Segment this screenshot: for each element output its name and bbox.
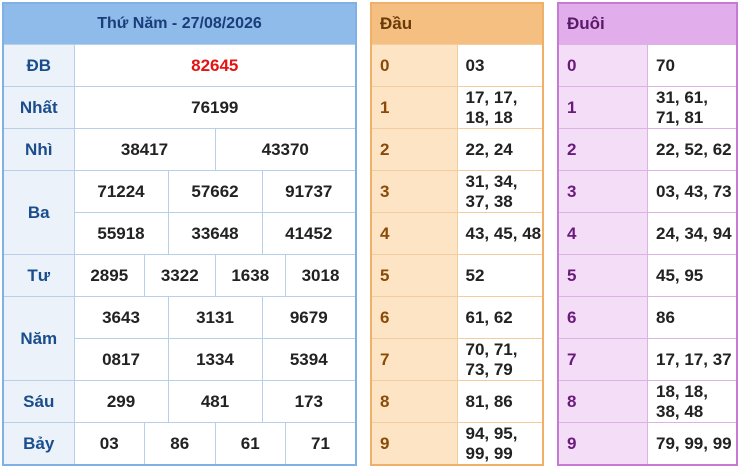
- duoi-table: Đuôi 0 70 1 31, 61, 71, 81 2 22, 52, 62 3 03…: [557, 2, 738, 466]
- dau-key: 5: [370, 254, 458, 297]
- duoi-values: 45, 95: [647, 254, 738, 297]
- dau-key: 3: [370, 170, 458, 213]
- dau-header: Đầu: [370, 2, 544, 45]
- prize-sau-label: Sáu: [2, 380, 75, 423]
- prize-nhat-label: Nhất: [2, 86, 75, 129]
- dau-key: 8: [370, 380, 458, 423]
- dau-key: 6: [370, 296, 458, 339]
- duoi-key: 8: [557, 380, 648, 423]
- dau-key: 1: [370, 86, 458, 129]
- prize-nam-value: 1334: [167, 338, 263, 381]
- duoi-key: 2: [557, 128, 648, 171]
- lottery-results-table: Thứ Năm - 27/08/2026 ĐB 82645 Nhất 76199…: [2, 2, 357, 466]
- duoi-key: 4: [557, 212, 648, 255]
- duoi-key: 1: [557, 86, 648, 129]
- prize-bay-value: 03: [73, 422, 145, 466]
- prize-nam-value: 3643: [73, 296, 169, 339]
- duoi-key: 5: [557, 254, 648, 297]
- duoi-values: 79, 99, 99: [647, 422, 738, 466]
- duoi-key: 0: [557, 44, 648, 87]
- prize-ba-label: Ba: [2, 170, 75, 255]
- prize-nhat-value: 76199: [73, 86, 357, 129]
- prize-nam-label: Năm: [2, 296, 75, 381]
- prize-db-label: ĐB: [2, 44, 75, 87]
- prize-tu-value: 1638: [214, 254, 286, 297]
- dau-values: 94, 95, 99, 99: [456, 422, 544, 466]
- dau-values: 70, 71, 73, 79: [456, 338, 544, 381]
- dau-key: 4: [370, 212, 458, 255]
- duoi-values: 03, 43, 73: [647, 170, 738, 213]
- prize-nam-value: 5394: [261, 338, 357, 381]
- prize-ba-value: 33648: [167, 212, 263, 255]
- prize-sau-value: 173: [261, 380, 357, 423]
- prize-sau-value: 481: [167, 380, 263, 423]
- prize-bay-value: 61: [214, 422, 286, 466]
- prize-bay-label: Bảy: [2, 422, 75, 466]
- prize-nam-value: 3131: [167, 296, 263, 339]
- prize-ba-value: 91737: [261, 170, 357, 213]
- prize-ba-value: 71224: [73, 170, 169, 213]
- prize-ba-value: 57662: [167, 170, 263, 213]
- prize-bay-value: 71: [285, 422, 357, 466]
- prize-tu-value: 3322: [144, 254, 216, 297]
- prize-nhi-value: 43370: [214, 128, 357, 171]
- prize-bay-value: 86: [144, 422, 216, 466]
- dau-values: 17, 17, 18, 18: [456, 86, 544, 129]
- dau-values: 43, 45, 48: [456, 212, 544, 255]
- prize-nhi-label: Nhì: [2, 128, 75, 171]
- dau-values: 81, 86: [456, 380, 544, 423]
- results-title: Thứ Năm - 27/08/2026: [2, 2, 357, 45]
- prize-ba-value: 55918: [73, 212, 169, 255]
- duoi-values: 24, 34, 94: [647, 212, 738, 255]
- duoi-header: Đuôi: [557, 2, 738, 45]
- duoi-key: 3: [557, 170, 648, 213]
- duoi-values: 17, 17, 37: [647, 338, 738, 381]
- prize-nam-value: 9679: [261, 296, 357, 339]
- prize-tu-value: 2895: [73, 254, 145, 297]
- dau-values: 22, 24: [456, 128, 544, 171]
- dau-key: 0: [370, 44, 458, 87]
- prize-tu-value: 3018: [285, 254, 357, 297]
- duoi-values: 22, 52, 62: [647, 128, 738, 171]
- prize-nam-value: 0817: [73, 338, 169, 381]
- dau-key: 7: [370, 338, 458, 381]
- dau-values: 61, 62: [456, 296, 544, 339]
- duoi-values: 31, 61, 71, 81: [647, 86, 738, 129]
- duoi-key: 7: [557, 338, 648, 381]
- prize-db-value: 82645: [73, 44, 357, 87]
- prize-ba-value: 41452: [261, 212, 357, 255]
- prize-tu-label: Tư: [2, 254, 75, 297]
- prize-sau-value: 299: [73, 380, 169, 423]
- dau-table: Đầu 0 03 1 17, 17, 18, 18 2 22, 24 3 31, 34,…: [370, 2, 544, 466]
- duoi-key: 6: [557, 296, 648, 339]
- duoi-values: 18, 18, 38, 48: [647, 380, 738, 423]
- dau-values: 31, 34, 37, 38: [456, 170, 544, 213]
- dau-values: 52: [456, 254, 544, 297]
- duoi-values: 70: [647, 44, 738, 87]
- dau-key: 9: [370, 422, 458, 466]
- duoi-values: 86: [647, 296, 738, 339]
- dau-key: 2: [370, 128, 458, 171]
- dau-values: 03: [456, 44, 544, 87]
- duoi-key: 9: [557, 422, 648, 466]
- prize-nhi-value: 38417: [73, 128, 216, 171]
